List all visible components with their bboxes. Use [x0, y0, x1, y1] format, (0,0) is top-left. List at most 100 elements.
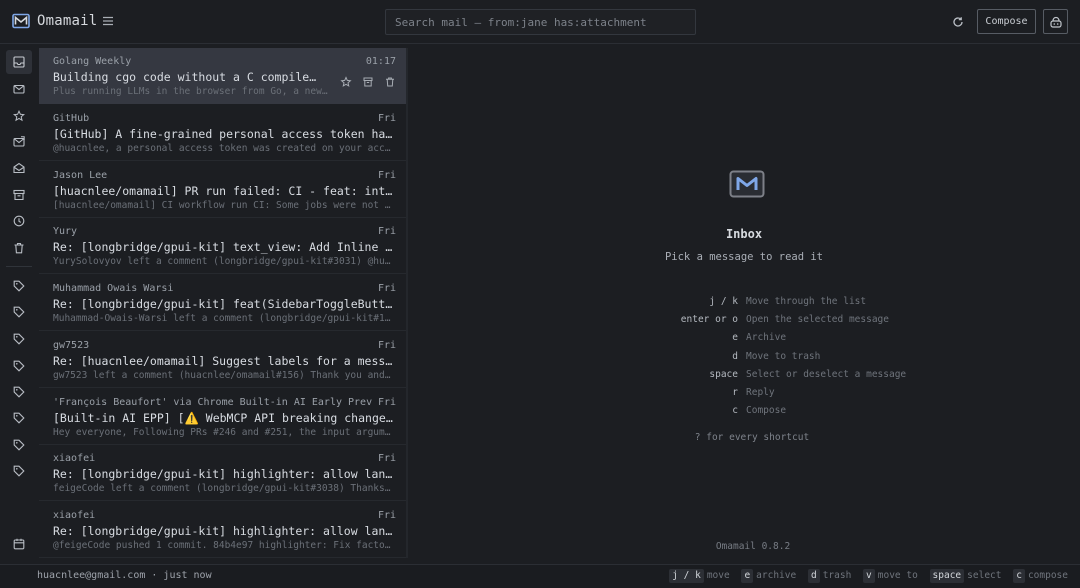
message-time: Fri	[377, 113, 396, 124]
message-subject: Re: [longbridge/gpui-kit] text_view: Add…	[53, 240, 396, 254]
sidebar-divider	[6, 266, 32, 267]
shortcut-description: Select or deselect a message	[746, 368, 907, 380]
keyboard-hint: j / k move	[669, 569, 730, 583]
message-subject: Re: [longbridge/gpui-kit] highlighter: a…	[53, 467, 396, 481]
shortcut-description: Compose	[746, 405, 787, 417]
message-time: Fri	[377, 340, 396, 351]
message-sender: Muhammad Owais Warsi	[53, 283, 174, 294]
all-shortcuts-hint: ? for every shortcut	[694, 432, 810, 443]
shortcut-key: space	[709, 368, 738, 380]
message-row[interactable]: GitHub Fri [GitHub] A fine-grained perso…	[39, 105, 408, 161]
app-header: Omamail Compose	[0, 0, 1080, 44]
message-time: Fri	[377, 397, 396, 408]
message-sender: xiaofei	[53, 453, 96, 464]
shortcut-description: Archive	[746, 332, 787, 344]
hint-label: archive	[756, 570, 797, 581]
message-subject: Re: [huacnlee/omamail] Suggest labels fo…	[53, 354, 396, 368]
sidebar-item-label-4[interactable]	[6, 354, 32, 378]
message-row[interactable]: xiaofei Fri Re: [longbridge/gpui-kit] hi…	[39, 445, 408, 501]
archive-icon[interactable]	[362, 76, 376, 90]
shortcut-key: e	[732, 332, 738, 344]
hint-key: v	[863, 569, 875, 583]
shortcut-key: c	[732, 405, 738, 417]
message-time: Fri	[377, 170, 396, 181]
message-time: Fri	[377, 283, 396, 294]
message-subject: Re: [longbridge/gpui-kit] feat(SidebarTo…	[53, 297, 396, 311]
message-time: 01:17	[365, 56, 396, 67]
message-snippet: Muhammad-Owais-Warsi left a comment (lon…	[53, 313, 396, 324]
message-sender: Yury	[53, 226, 78, 237]
message-list: Golang Weekly 01:17 Building cgo code wi…	[39, 48, 408, 558]
sidebar-item-label-1[interactable]	[6, 274, 32, 298]
message-row[interactable]: 'François Beaufort' via Chrome Built-in …	[39, 389, 408, 445]
message-snippet: @feigeCode pushed 1 commit. 84b4e97 high…	[53, 540, 396, 551]
keyboard-hint: d trash	[807, 569, 851, 583]
sidebar-item-label-2[interactable]	[6, 300, 32, 324]
sidebar-item-label-6[interactable]	[6, 406, 32, 430]
message-sender: 'François Beaufort' via Chrome Built-in …	[53, 397, 373, 408]
app-logo-icon	[729, 170, 765, 198]
keyboard-hint: c compose	[1013, 569, 1068, 583]
app-title: Omamail	[37, 13, 98, 29]
shortcut-row: r Reply	[648, 387, 948, 405]
star-icon[interactable]	[340, 76, 354, 90]
message-row[interactable]: Jason Lee Fri [huacnlee/omamail] PR run …	[39, 162, 408, 218]
message-snippet: @huacnlee, a personal access token was c…	[53, 143, 396, 154]
shortcut-list: j / k Move through the list enter or o Ope…	[648, 296, 948, 423]
app-logo-icon	[12, 13, 30, 29]
sidebar-item-label-8[interactable]	[6, 459, 32, 483]
shortcut-row: enter or o Open the selected message	[648, 314, 948, 332]
message-row[interactable]: Yury Fri Re: [longbridge/gpui-kit] text_…	[39, 218, 408, 274]
keyboard-hints: j / k move e archive d trash v move to space…	[663, 569, 1068, 585]
sidebar-item-calendar[interactable]	[6, 532, 32, 556]
hint-key: c	[1013, 569, 1025, 583]
message-subject: [huacnlee/omamail] PR run failed: CI - f…	[53, 184, 396, 198]
message-row[interactable]: Muhammad Owais Warsi Fri Re: [longbridge…	[39, 275, 408, 331]
message-row[interactable]: Golang Weekly 01:17 Building cgo code wi…	[39, 48, 408, 104]
sidebar-item-label-3[interactable]	[6, 327, 32, 351]
empty-state-title: Inbox	[725, 227, 763, 241]
trash-icon[interactable]	[384, 76, 398, 90]
shortcut-description: Move through the list	[746, 296, 867, 307]
sidebar-item-sent[interactable]	[6, 130, 32, 154]
message-sender: Jason Lee	[53, 170, 108, 181]
message-snippet: Plus running LLMs in the browser from Go…	[53, 86, 328, 97]
sidebar-item-starred[interactable]	[6, 104, 32, 128]
sidebar-item-label-5[interactable]	[6, 380, 32, 404]
sidebar-item-inbox[interactable]	[6, 50, 32, 74]
message-snippet: gw7523 left a comment (huacnlee/omamail#…	[53, 370, 396, 381]
message-snippet: Hey everyone, Following PRs #246 and #25…	[53, 427, 396, 438]
hint-label: compose	[1027, 570, 1068, 581]
search-input[interactable]	[385, 9, 696, 35]
message-sender: Golang Weekly	[53, 56, 132, 67]
sidebar-item-snoozed[interactable]	[6, 209, 32, 233]
hint-key: space	[929, 569, 965, 583]
hint-key: j / k	[669, 569, 704, 583]
message-time: Fri	[377, 226, 396, 237]
shortcut-key: j / k	[709, 296, 738, 307]
sidebar-item-read[interactable]	[6, 156, 32, 180]
message-row[interactable]: xiaofei Fri Re: [longbridge/gpui-kit] hi…	[39, 502, 408, 558]
shortcut-key: r	[732, 386, 738, 398]
message-subject: Building cgo code without a C compiler?	[53, 70, 323, 84]
message-subject: Re: [longbridge/gpui-kit] highlighter: a…	[53, 524, 396, 538]
refresh-icon[interactable]	[951, 15, 965, 29]
message-snippet: YurySolovyov left a comment (longbridge/…	[53, 256, 396, 267]
sidebar-item-all-mail[interactable]	[6, 77, 32, 101]
sidebar-item-trash[interactable]	[6, 236, 32, 260]
message-subject: [Built-in AI EPP] [⚠️ WebMCP API breakin…	[53, 411, 396, 425]
hint-label: select	[967, 570, 1002, 581]
status-bar: huacnlee@gmail.com · just now j / k move …	[0, 564, 1080, 588]
message-actions	[338, 76, 398, 90]
compose-button[interactable]: Compose	[977, 9, 1036, 34]
hamburger-menu-icon[interactable]	[101, 14, 115, 28]
hint-key: e	[741, 569, 754, 583]
shortcut-row: e Archive	[648, 332, 948, 350]
message-sender: GitHub	[53, 113, 90, 124]
sidebar-item-archive[interactable]	[6, 183, 32, 207]
message-row[interactable]: gw7523 Fri Re: [huacnlee/omamail] Sugges…	[39, 332, 408, 388]
sidebar-item-label-7[interactable]	[6, 433, 32, 457]
ai-assistant-button[interactable]	[1043, 9, 1068, 34]
message-snippet: feigeCode left a comment (longbridge/gpu…	[53, 483, 396, 494]
reading-pane: Inbox Pick a message to read it j / k Mov…	[408, 44, 1080, 564]
